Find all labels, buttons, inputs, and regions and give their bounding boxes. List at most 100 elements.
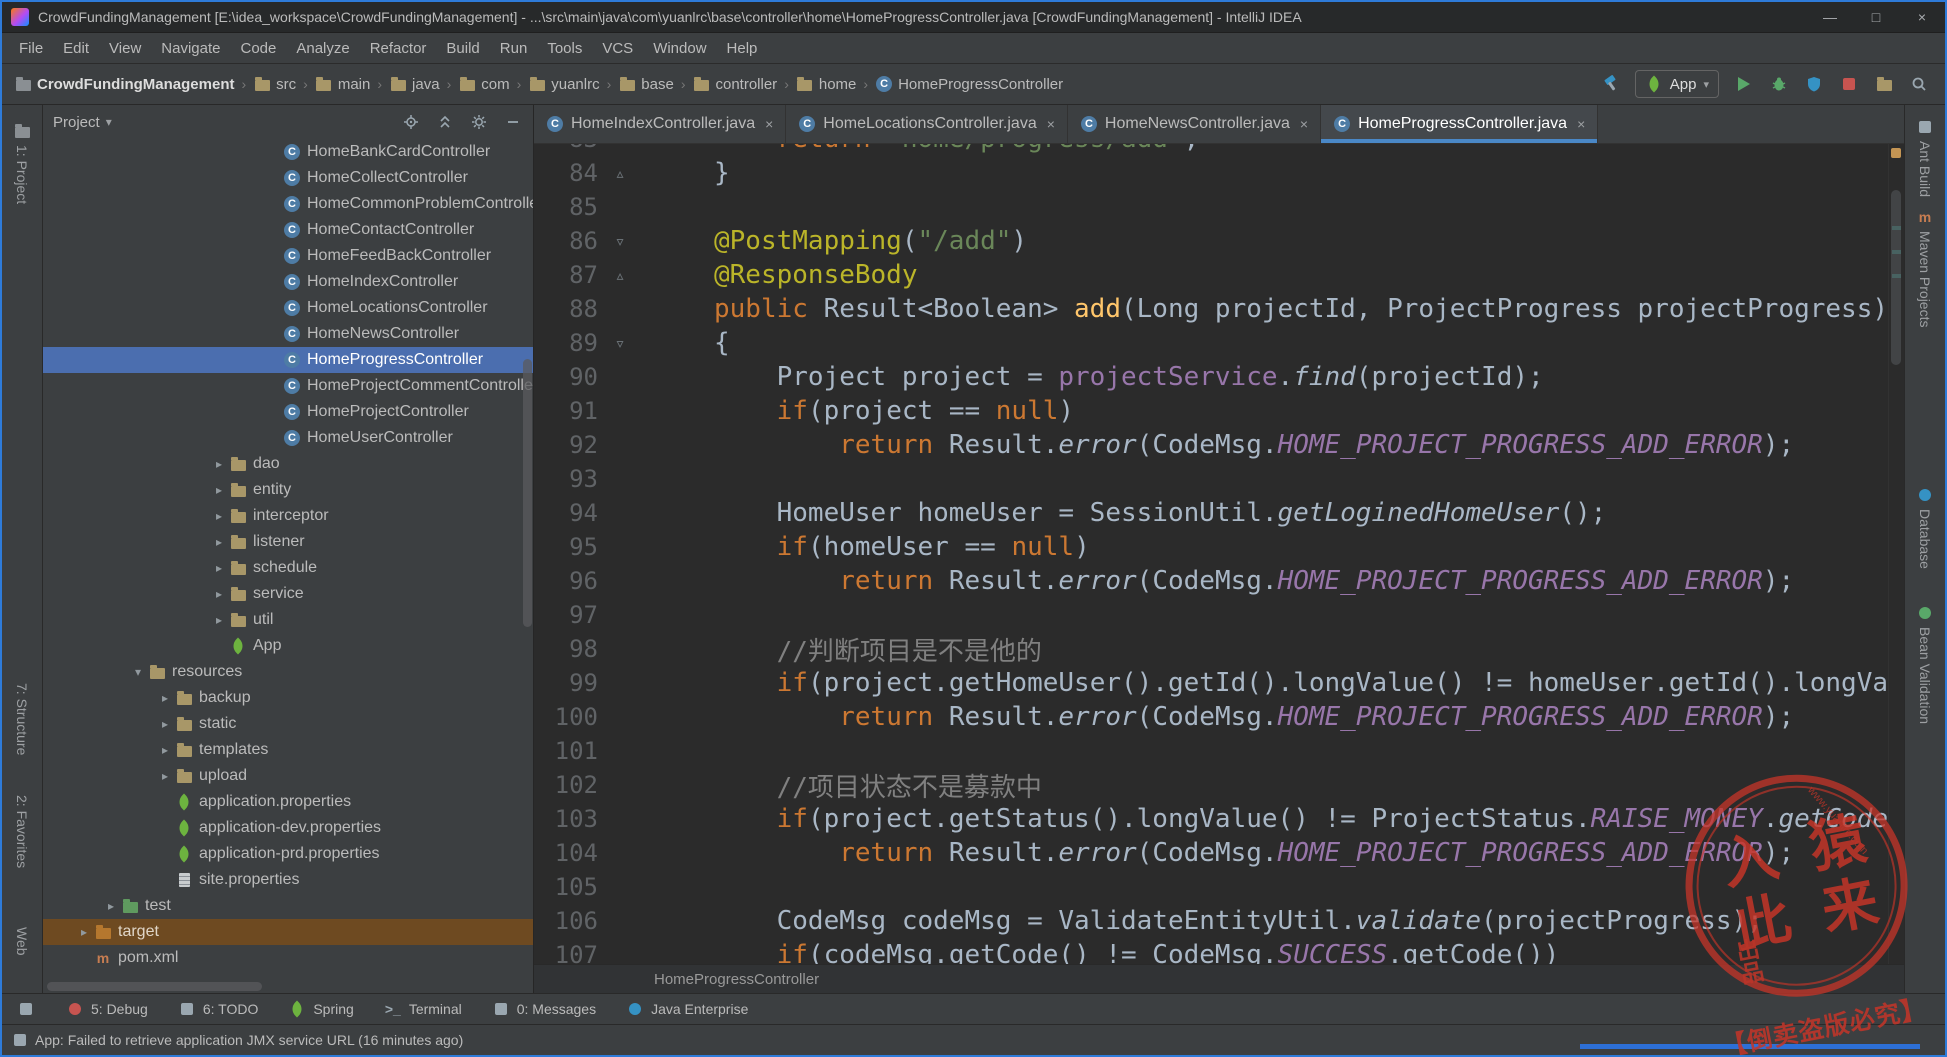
editor-breadcrumb-item[interactable]: HomeProgressController xyxy=(654,971,819,988)
breadcrumb-item-controller[interactable]: controller xyxy=(692,76,777,93)
breadcrumb-item-src[interactable]: src xyxy=(253,76,296,93)
breadcrumb-item-yuanlrc[interactable]: yuanlrc xyxy=(528,76,599,93)
line-number[interactable]: 94 xyxy=(534,499,598,527)
tree-item-homeprojectcommentcontroller[interactable]: CHomeProjectCommentController xyxy=(43,373,533,399)
tab-homenewscontroller-java[interactable]: CHomeNewsController.java× xyxy=(1068,105,1321,143)
hide-button[interactable] xyxy=(503,112,523,132)
line-number[interactable]: 92 xyxy=(534,431,598,459)
tree-item-target[interactable]: ▸target xyxy=(43,919,533,945)
line-number[interactable]: 89 xyxy=(534,329,598,357)
tree-item-homefeedbackcontroller[interactable]: CHomeFeedBackController xyxy=(43,243,533,269)
line-number[interactable]: 88 xyxy=(534,295,598,323)
line-number[interactable]: 100 xyxy=(534,703,598,731)
line-number[interactable]: 90 xyxy=(534,363,598,391)
chevron-collapsed-icon[interactable]: ▸ xyxy=(155,769,175,783)
project-tree-vertical-scrollbar[interactable] xyxy=(523,359,532,627)
tool-window-0-messages[interactable]: 0: Messages xyxy=(492,1001,596,1017)
chevron-collapsed-icon[interactable]: ▸ xyxy=(74,925,94,939)
tool-stripe-1-project[interactable]: 1: Project xyxy=(2,123,42,204)
line-number[interactable]: 84 xyxy=(534,159,598,187)
chevron-collapsed-icon[interactable]: ▸ xyxy=(155,691,175,705)
line-number[interactable]: 107 xyxy=(534,941,598,964)
tab-homeindexcontroller-java[interactable]: CHomeIndexController.java× xyxy=(534,105,786,143)
breadcrumb-item-crowdfundingmanagement[interactable]: CrowdFundingManagement xyxy=(14,76,235,93)
inspections-indicator-icon[interactable] xyxy=(1891,148,1901,158)
fold-marker-icon[interactable]: ▵ xyxy=(598,163,642,184)
tree-item-upload[interactable]: ▸upload xyxy=(43,763,533,789)
tree-item-application-prd-properties[interactable]: application-prd.properties xyxy=(43,841,533,867)
editor-scrollbar-thumb[interactable] xyxy=(1891,190,1901,365)
fold-marker-icon[interactable]: ▵ xyxy=(598,265,642,286)
fold-marker-icon[interactable]: ▿ xyxy=(598,333,642,354)
line-number[interactable]: 87 xyxy=(534,261,598,289)
tool-stripe-database[interactable]: Database xyxy=(1905,487,1945,569)
tool-window-6-todo[interactable]: 6: TODO xyxy=(178,1001,259,1017)
tool-stripe-2-favorites[interactable]: 2: Favorites xyxy=(2,795,42,868)
line-number[interactable]: 105 xyxy=(534,873,598,901)
tree-item-homeprojectcontroller[interactable]: CHomeProjectController xyxy=(43,399,533,425)
tool-window-terminal[interactable]: >_Terminal xyxy=(384,1001,462,1017)
chevron-collapsed-icon[interactable]: ▸ xyxy=(101,899,121,913)
chevron-collapsed-icon[interactable]: ▸ xyxy=(209,457,229,471)
minimize-button[interactable]: — xyxy=(1807,2,1853,32)
menu-code[interactable]: Code xyxy=(231,37,285,60)
tool-window-spring[interactable]: Spring xyxy=(288,1001,353,1017)
line-number[interactable]: 97 xyxy=(534,601,598,629)
tree-item-entity[interactable]: ▸entity xyxy=(43,477,533,503)
breadcrumb-item-home[interactable]: home xyxy=(796,76,857,93)
tree-item-listener[interactable]: ▸listener xyxy=(43,529,533,555)
line-number[interactable]: 104 xyxy=(534,839,598,867)
menu-window[interactable]: Window xyxy=(644,37,715,60)
project-panel-title[interactable]: Project xyxy=(53,114,100,131)
tree-item-homecontactcontroller[interactable]: CHomeContactController xyxy=(43,217,533,243)
menu-file[interactable]: File xyxy=(10,37,52,60)
tab-close-icon[interactable]: × xyxy=(1047,116,1055,132)
tab-close-icon[interactable]: × xyxy=(1577,116,1585,132)
stop-button[interactable] xyxy=(1839,74,1859,94)
tool-stripe-maven-projects[interactable]: mMaven Projects xyxy=(1905,209,1945,327)
menu-run[interactable]: Run xyxy=(491,37,537,60)
line-number[interactable]: 83 xyxy=(534,144,598,153)
tool-stripe-web[interactable]: Web xyxy=(2,927,42,956)
line-number[interactable]: 91 xyxy=(534,397,598,425)
line-number[interactable]: 103 xyxy=(534,805,598,833)
tree-item-static[interactable]: ▸static xyxy=(43,711,533,737)
tree-item-schedule[interactable]: ▸schedule xyxy=(43,555,533,581)
tree-item-homelocationscontroller[interactable]: CHomeLocationsController xyxy=(43,295,533,321)
run-button[interactable] xyxy=(1734,74,1754,94)
tree-item-interceptor[interactable]: ▸interceptor xyxy=(43,503,533,529)
tool-stripe-ant-build[interactable]: Ant Build xyxy=(1905,119,1945,197)
line-number[interactable]: 85 xyxy=(534,193,598,221)
breadcrumb-item-homeprogresscontroller[interactable]: CHomeProgressController xyxy=(875,76,1063,93)
maximize-button[interactable]: □ xyxy=(1853,2,1899,32)
tree-item-templates[interactable]: ▸templates xyxy=(43,737,533,763)
tool-window-5-debug[interactable]: 5: Debug xyxy=(66,1001,148,1017)
debug-button[interactable] xyxy=(1769,74,1789,94)
line-number[interactable]: 102 xyxy=(534,771,598,799)
menu-build[interactable]: Build xyxy=(437,37,488,60)
tree-item-homebankcardcontroller[interactable]: CHomeBankCardController xyxy=(43,139,533,165)
locate-button[interactable] xyxy=(401,112,421,132)
tab-homeprogresscontroller-java[interactable]: CHomeProgressController.java× xyxy=(1321,105,1598,143)
line-number[interactable]: 98 xyxy=(534,635,598,663)
menu-refactor[interactable]: Refactor xyxy=(361,37,436,60)
tree-item-homeprogresscontroller[interactable]: CHomeProgressController xyxy=(43,347,533,373)
menu-help[interactable]: Help xyxy=(718,37,767,60)
open-folder-button[interactable] xyxy=(1874,74,1894,94)
tool-stripe-7-structure[interactable]: 7: Structure xyxy=(2,683,42,755)
chevron-collapsed-icon[interactable]: ▸ xyxy=(209,613,229,627)
tree-item-app[interactable]: App xyxy=(43,633,533,659)
tree-item-service[interactable]: ▸service xyxy=(43,581,533,607)
tree-item-backup[interactable]: ▸backup xyxy=(43,685,533,711)
breadcrumb-item-com[interactable]: com xyxy=(458,76,509,93)
breadcrumb-item-java[interactable]: java xyxy=(389,76,440,93)
event-log-icon[interactable] xyxy=(14,1034,26,1046)
chevron-collapsed-icon[interactable]: ▸ xyxy=(209,509,229,523)
build-hammer-button[interactable] xyxy=(1600,74,1620,94)
tree-item-homeusercontroller[interactable]: CHomeUserController xyxy=(43,425,533,451)
tree-item-resources[interactable]: ▾resources xyxy=(43,659,533,685)
chevron-collapsed-icon[interactable]: ▸ xyxy=(155,717,175,731)
tree-item-test[interactable]: ▸test xyxy=(43,893,533,919)
line-number[interactable]: 93 xyxy=(534,465,598,493)
tree-item-util[interactable]: ▸util xyxy=(43,607,533,633)
